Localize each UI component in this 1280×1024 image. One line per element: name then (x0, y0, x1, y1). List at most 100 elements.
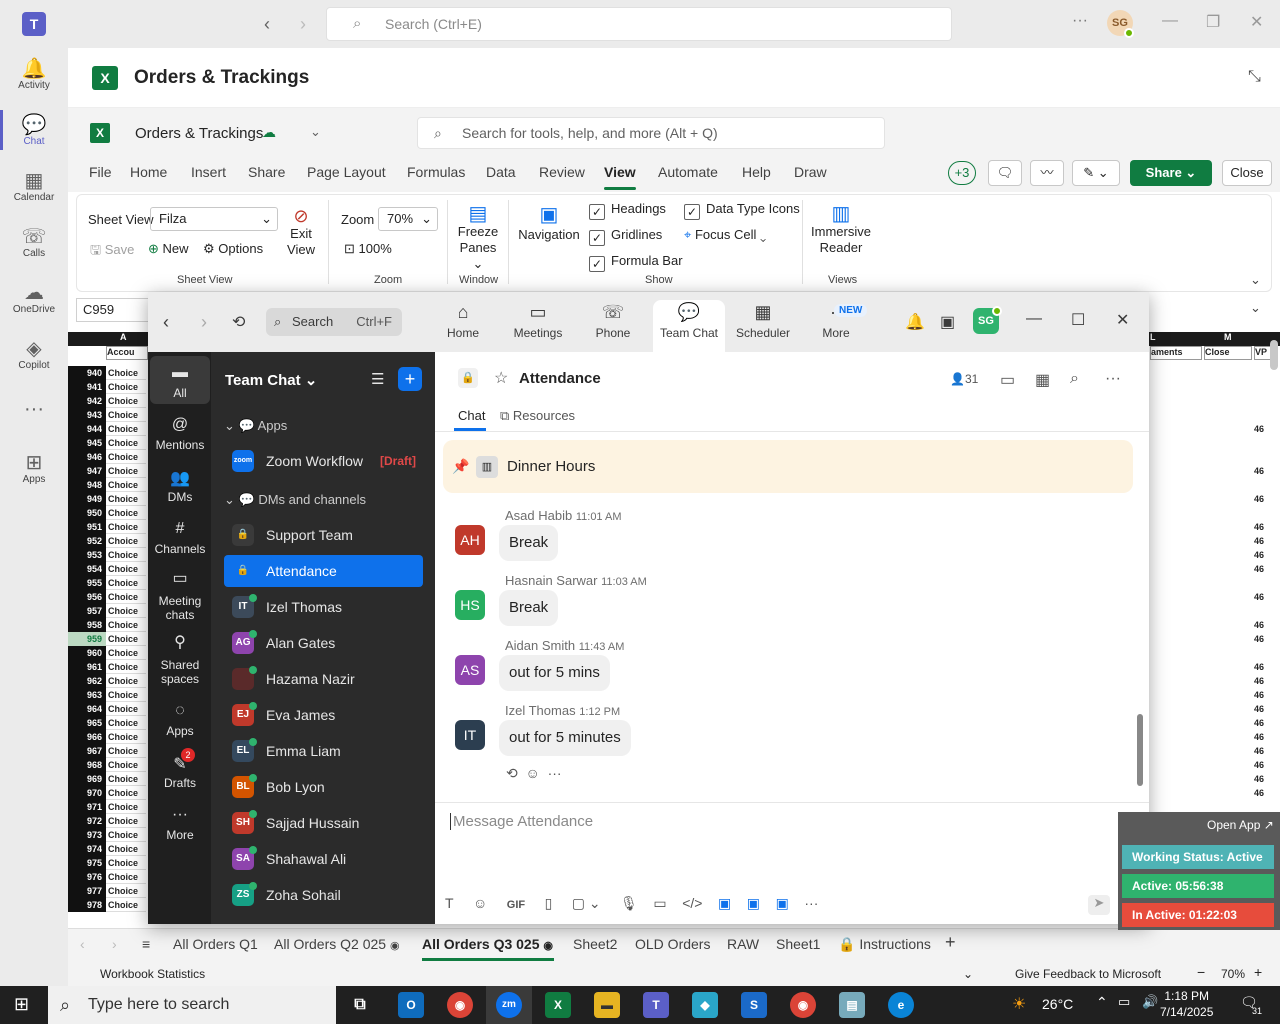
formula-bar-checkbox[interactable]: ✓ Formula Bar (589, 253, 683, 272)
table-cell[interactable]: 46 (1254, 758, 1264, 772)
reply-icon[interactable]: ⟲ (506, 765, 518, 781)
message-bubble[interactable]: out for 5 mins (499, 655, 610, 691)
row-number[interactable]: 946 (68, 450, 106, 464)
zoom-select[interactable]: 70% ⌄ (378, 207, 438, 231)
rail-calls[interactable]: ☏ Calls (0, 224, 68, 259)
rail-meeting-chats[interactable]: ▭ Meeting chats (150, 571, 210, 623)
zoom-search-input[interactable]: ⌕ Search Ctrl+F (266, 308, 402, 336)
table-cell[interactable]: 46 (1254, 660, 1264, 674)
sidebar-item-shahawal-ali[interactable]: Shahawal Ali (266, 851, 346, 867)
message-sender[interactable]: Izel Thomas 1:12 PM (505, 703, 620, 718)
menu-insert[interactable]: Insert (191, 164, 226, 180)
whiteboard-icon[interactable]: ▣ (940, 312, 955, 332)
excel-search-input[interactable]: ⌕ Search for tools, help, and more (Alt +… (417, 117, 885, 149)
row-number[interactable]: 954 (68, 562, 106, 576)
table-cell[interactable]: Choice (106, 758, 146, 772)
table-cell[interactable]: 46 (1254, 492, 1264, 506)
table-cell[interactable]: 46 (1254, 674, 1264, 688)
section-dms[interactable]: ⌄ 💬 DMs and channels (224, 492, 366, 508)
sheet-tab[interactable]: RAW (727, 936, 759, 952)
tab-chat[interactable]: Chat (458, 408, 485, 423)
header-cell-a[interactable]: Accou (106, 346, 148, 360)
zoom-100-button[interactable]: ⊡ 100% (344, 241, 392, 257)
row-number[interactable]: 961 (68, 660, 106, 674)
feedback-link[interactable]: Give Feedback to Microsoft (1015, 967, 1161, 981)
message-bubble[interactable]: Break (499, 525, 559, 561)
table-cell[interactable]: Choice (106, 856, 146, 870)
row-number[interactable]: 955 (68, 576, 106, 590)
row-number[interactable]: 942 (68, 394, 106, 408)
teams-search-input[interactable]: ⌕ Search (Ctrl+E) (326, 7, 952, 41)
chevron-down-icon[interactable]: ⌄ (310, 124, 321, 140)
table-cell[interactable]: 46 (1254, 534, 1264, 548)
avatar[interactable]: AH (455, 525, 485, 555)
sidebar-title[interactable]: Team Chat ⌄ (225, 371, 317, 389)
navigation-button[interactable]: ▣ Navigation (518, 205, 580, 244)
table-cell[interactable]: Choice (106, 590, 146, 604)
app-icon[interactable]: S (741, 992, 767, 1018)
row-number[interactable]: 945 (68, 436, 106, 450)
table-cell[interactable]: 46 (1254, 520, 1264, 534)
gif-icon[interactable]: GIF (507, 899, 525, 911)
row-number[interactable]: 964 (68, 702, 106, 716)
collapse-icon[interactable]: ⤡ (1248, 68, 1261, 86)
menu-home[interactable]: Home (130, 164, 167, 180)
table-cell[interactable]: Choice (106, 730, 146, 744)
sheet-view-select[interactable]: Filza ⌄ (150, 207, 278, 231)
row-number[interactable]: 973 (68, 828, 106, 842)
focus-cell-button[interactable]: ⌖ Focus Cell ⌄ (684, 227, 766, 243)
sheet-tab[interactable]: Sheet1 (776, 936, 820, 952)
row-number[interactable]: 962 (68, 674, 106, 688)
row-number[interactable]: 943 (68, 408, 106, 422)
history-icon[interactable]: ⟲ (232, 312, 245, 332)
more-options-icon[interactable]: ··· (804, 895, 818, 911)
more-options-icon[interactable]: ··· (1072, 12, 1088, 30)
options-button[interactable]: ⚙ Options (203, 241, 263, 257)
sidebar-item-zoha-sohail[interactable]: Zoha Sohail (266, 887, 341, 903)
column-m[interactable]: M (1224, 332, 1232, 342)
data-type-icons-checkbox[interactable]: ✓ Data Type Icons (684, 201, 800, 220)
rail-apps[interactable]: ⊞ Apps (0, 450, 68, 485)
message-actions[interactable]: ⟲ ☺ ··· (506, 765, 562, 782)
format-icon[interactable]: T (445, 895, 454, 911)
add-sheet-icon[interactable]: + (945, 932, 956, 953)
activity-icon[interactable]: 〰 (1030, 160, 1064, 186)
row-number[interactable]: 966 (68, 730, 106, 744)
chat-scrollbar[interactable] (1137, 714, 1143, 786)
table-cell[interactable]: Choice (106, 562, 146, 576)
row-number[interactable]: 978 (68, 898, 106, 912)
close-icon[interactable]: ✕ (1250, 12, 1263, 32)
table-cell[interactable]: Choice (106, 422, 146, 436)
row-number[interactable]: 963 (68, 688, 106, 702)
freeze-panes-button[interactable]: ▤ Freeze Panes ⌄ (457, 204, 499, 272)
table-cell[interactable]: Choice (106, 674, 146, 688)
table-cell[interactable]: 46 (1254, 618, 1264, 632)
table-cell[interactable]: Choice (106, 604, 146, 618)
avatar[interactable]: IT (455, 720, 485, 750)
table-cell[interactable]: Choice (106, 702, 146, 716)
table-cell[interactable]: Choice (106, 660, 146, 674)
nav-scheduler[interactable]: ▦ Scheduler (727, 300, 799, 340)
gridlines-checkbox[interactable]: ✓ Gridlines (589, 227, 662, 246)
rail-drafts[interactable]: ✎ Drafts (150, 754, 210, 790)
table-cell[interactable]: Choice (106, 394, 146, 408)
rail-copilot[interactable]: ◈ Copilot (0, 336, 68, 371)
table-cell[interactable]: Choice (106, 786, 146, 800)
row-number[interactable]: 944 (68, 422, 106, 436)
row-number[interactable]: 972 (68, 814, 106, 828)
table-cell[interactable]: Choice (106, 408, 146, 422)
teams-taskbar-icon[interactable]: T (643, 992, 669, 1018)
row-number[interactable]: 976 (68, 870, 106, 884)
message-sender[interactable]: Hasnain Sarwar 11:03 AM (505, 573, 647, 588)
chrome-icon[interactable]: ◉ (447, 992, 473, 1018)
table-cell[interactable]: Choice (106, 534, 146, 548)
excel-taskbar-icon[interactable]: X (545, 992, 571, 1018)
table-cell[interactable]: Choice (106, 800, 146, 814)
back-arrow-icon[interactable]: ‹ (163, 312, 169, 333)
immersive-reader-button[interactable]: ▥ Immersive Reader (810, 204, 872, 256)
tab-scroll-right-icon[interactable]: › (112, 936, 117, 952)
table-cell[interactable]: Choice (106, 632, 146, 646)
column-a[interactable]: A (120, 332, 127, 342)
table-cell[interactable]: Choice (106, 646, 146, 660)
table-cell[interactable]: 46 (1254, 464, 1264, 478)
